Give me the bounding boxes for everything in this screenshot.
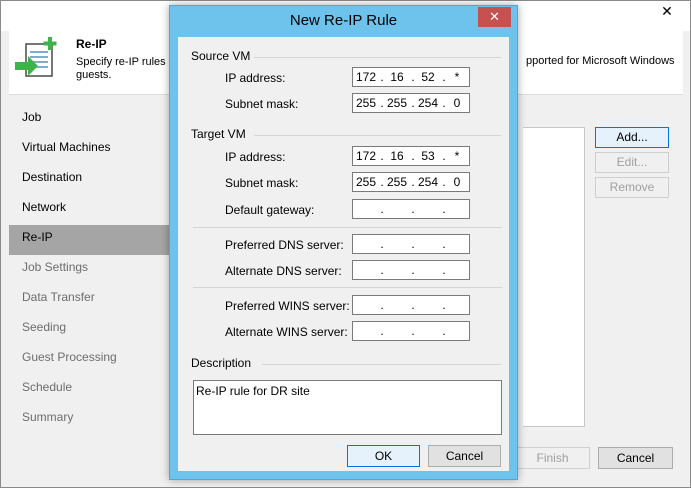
source-mask-input[interactable]: 255 . 255 . 254 . 0 [352,93,470,113]
preferred-dns-input[interactable]: . . . [352,234,470,254]
step-re-ip[interactable]: Re-IP [9,225,169,255]
source-mask-octet-1: 255 [355,96,377,110]
ip-dot: . [380,263,384,277]
edit-rule-button: Edit... [595,152,669,173]
target-ip-octet-1: 172 [355,149,377,163]
wizard-step-description-cont: pported for Microsoft Windows [526,55,675,67]
alternate-dns-input[interactable]: . . . [352,260,470,280]
ip-dot: . [442,237,446,251]
step-job[interactable]: Job [9,105,169,135]
ip-dot: . [442,298,446,312]
source-vm-section-label: Source VM [191,49,251,63]
preferred-wins-input[interactable]: . . . [352,295,470,315]
step-destination[interactable]: Destination [9,165,169,195]
alternate-wins-input[interactable]: . . . [352,321,470,341]
ip-dot: . [411,202,415,216]
source-ip-input[interactable]: 172 . 16 . 52 . * [352,67,470,87]
wizard-step-description: Specify re-IP rules to [76,56,176,68]
ip-dot: . [380,237,384,251]
dialog-title: New Re-IP Rule [289,12,398,29]
add-rule-button[interactable]: Add... [595,127,669,148]
remove-rule-button: Remove [595,177,669,198]
wizard-step-title: Re-IP [76,37,107,51]
target-ip-octet-4: * [454,149,460,163]
dns-divider [193,227,502,228]
target-mask-octet-1: 255 [355,175,377,189]
wizard-steps-sidebar: Job Virtual Machines Destination Network… [9,105,169,435]
target-ip-label: IP address: [225,150,286,164]
default-gateway-label: Default gateway: [225,203,315,217]
step-summary: Summary [22,410,74,424]
description-section-label: Description [191,356,252,370]
wizard-step-description-line2: guests. [76,69,112,81]
target-ip-octet-2: 16 [390,149,404,163]
wizard-cancel-button[interactable]: Cancel [598,447,673,469]
ip-dot: . [411,70,415,84]
ip-dot: . [380,149,384,163]
ip-dot: . [411,263,415,277]
step-seeding: Seeding [22,320,67,334]
wizard-close-icon[interactable]: ✕ [650,1,684,21]
dialog-cancel-button[interactable]: Cancel [428,445,501,467]
ip-dot: . [411,175,415,189]
target-mask-input[interactable]: 255 . 255 . 254 . 0 [352,172,470,192]
ip-dot: . [442,202,446,216]
source-vm-divider [254,57,501,58]
target-ip-octet-3: 53 [421,149,435,163]
ip-dot: . [411,237,415,251]
target-vm-divider [254,135,501,136]
ip-dot: . [380,175,384,189]
source-ip-octet-2: 16 [390,70,404,84]
ok-button[interactable]: OK [347,445,420,467]
target-mask-octet-3: 254 [417,175,439,189]
ip-dot: . [380,70,384,84]
step-data-transfer: Data Transfer [22,290,95,304]
ip-dot: . [411,96,415,110]
alternate-wins-label: Alternate WINS server: [225,325,348,339]
source-mask-octet-3: 254 [417,96,439,110]
source-ip-octet-4: * [454,70,460,84]
target-vm-section-label: Target VM [191,127,246,141]
default-gateway-input[interactable]: . . . [352,199,470,219]
ip-dot: . [380,202,384,216]
source-ip-label: IP address: [225,71,286,85]
description-textarea[interactable]: Re-IP rule for DR site [193,380,502,435]
target-mask-octet-4: 0 [453,175,461,189]
source-ip-octet-3: 52 [421,70,435,84]
dialog-client-area: Source VM IP address: 172 . 16 . 52 . * … [178,37,509,471]
source-mask-octet-2: 255 [386,96,408,110]
preferred-wins-label: Preferred WINS server: [225,299,350,313]
step-network[interactable]: Network [9,195,169,225]
source-mask-label: Subnet mask: [225,97,299,111]
ip-dot: . [411,324,415,338]
alternate-dns-label: Alternate DNS server: [225,264,342,278]
ip-dot: . [380,324,384,338]
finish-button: Finish [515,447,590,469]
target-mask-label: Subnet mask: [225,176,299,190]
ip-dot: . [380,96,384,110]
source-ip-octet-1: 172 [355,70,377,84]
dialog-close-icon[interactable]: ✕ [478,7,511,27]
step-job-settings: Job Settings [22,260,89,274]
step-schedule: Schedule [22,380,73,394]
re-ip-rules-list[interactable] [523,127,585,427]
wins-divider [193,287,502,288]
re-ip-icon [15,37,57,77]
ip-dot: . [411,149,415,163]
ip-dot: . [380,298,384,312]
step-guest-processing: Guest Processing [22,350,117,364]
description-divider [262,364,501,365]
ip-dot: . [442,263,446,277]
target-ip-input[interactable]: 172 . 16 . 53 . * [352,146,470,166]
ip-dot: . [442,324,446,338]
target-mask-octet-2: 255 [386,175,408,189]
ip-dot: . [411,298,415,312]
source-mask-octet-4: 0 [453,96,461,110]
new-re-ip-rule-dialog: New Re-IP Rule ✕ Source VM IP address: 1… [169,5,518,480]
preferred-dns-label: Preferred DNS server: [225,238,344,252]
step-virtual-machines[interactable]: Virtual Machines [9,135,169,165]
